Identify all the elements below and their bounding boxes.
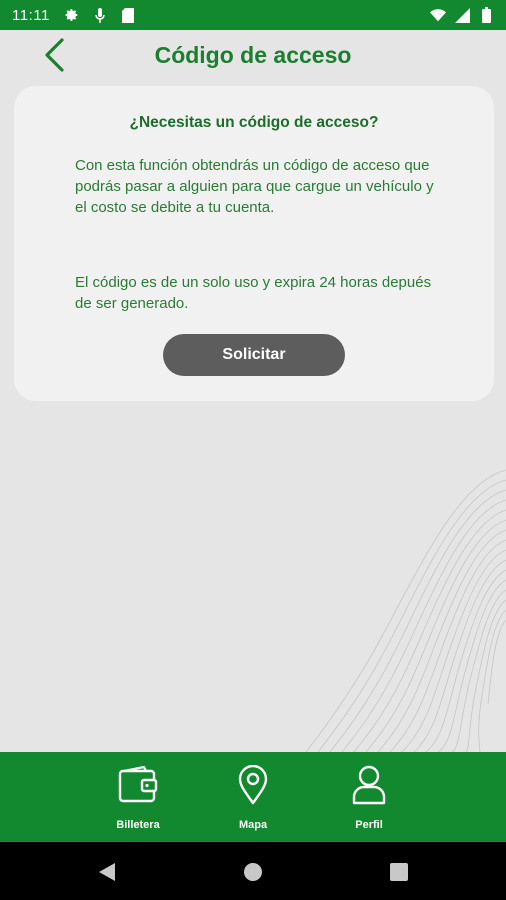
map-pin-icon	[232, 764, 274, 806]
status-bar: 11:11	[0, 0, 506, 30]
header: Código de acceso	[0, 30, 506, 80]
info-card: ¿Necesitas un código de acceso? Con esta…	[14, 86, 494, 401]
system-nav-bar	[0, 842, 506, 900]
microphone-icon	[92, 7, 108, 23]
back-triangle-icon	[99, 863, 115, 881]
battery-icon	[478, 7, 494, 23]
sd-card-icon	[120, 7, 136, 23]
nav-item-perfil[interactable]: Perfil	[324, 764, 414, 834]
nav-item-billetera[interactable]: Billetera	[93, 764, 183, 834]
wave-decoration	[305, 469, 506, 752]
chevron-left-icon	[45, 38, 64, 72]
nav-item-mapa[interactable]: Mapa	[208, 764, 298, 834]
nav-label-billetera: Billetera	[116, 819, 160, 831]
back-button[interactable]	[36, 36, 72, 74]
nav-label-perfil: Perfil	[355, 819, 383, 831]
card-expiry-note: El código es de un solo uso y expira 24 …	[75, 274, 432, 312]
card-description: Con esta función obtendrás un código de …	[75, 157, 434, 216]
recents-square-icon	[390, 863, 408, 881]
home-circle-icon	[244, 863, 262, 881]
request-code-button[interactable]: Solicitar	[163, 334, 345, 376]
system-home-button[interactable]	[242, 861, 264, 883]
bottom-nav: Billetera Mapa Perfil	[0, 752, 506, 842]
signal-icon	[454, 7, 470, 23]
user-icon	[348, 764, 390, 806]
system-recents-button[interactable]	[388, 861, 410, 883]
status-time: 11:11	[12, 6, 50, 24]
wifi-icon	[430, 7, 446, 23]
card-title: ¿Necesitas un código de acceso?	[129, 114, 379, 131]
page-title: Código de acceso	[154, 41, 352, 68]
wallet-icon	[117, 764, 159, 806]
gear-icon	[64, 7, 80, 23]
nav-label-mapa: Mapa	[238, 819, 268, 831]
system-back-button[interactable]	[96, 861, 118, 883]
